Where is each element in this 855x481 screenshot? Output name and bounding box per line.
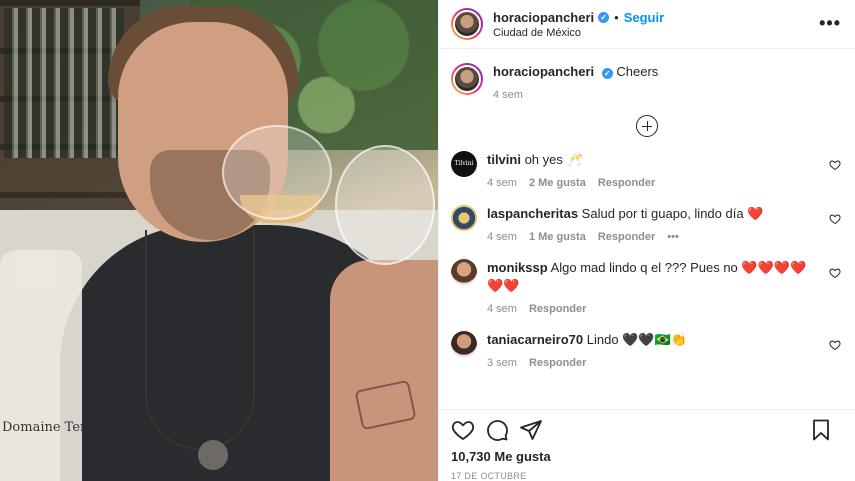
action-bar [439, 409, 855, 449]
bookmark-icon[interactable] [809, 418, 833, 442]
separator-dot: • [614, 9, 619, 25]
caption-username[interactable]: horaciopancheri [493, 64, 594, 79]
comment-text: Salud por ti guapo, lindo día ❤️ [581, 206, 764, 221]
reply-button[interactable]: Responder [529, 303, 586, 315]
heart-icon[interactable] [829, 213, 841, 225]
caption-time[interactable]: 4 sem [493, 89, 523, 101]
comment-item: Tilvini tilvini oh yes 🥂 4 sem 2 Me gust… [451, 151, 843, 189]
commenter-avatar[interactable]: Tilvini [451, 151, 477, 177]
commenter-username[interactable]: tilvini [487, 152, 521, 167]
verified-badge-icon: ✓ [601, 68, 613, 79]
caption-avatar[interactable] [451, 63, 483, 95]
wine-glass [222, 125, 332, 220]
author-username[interactable]: horaciopancheri [493, 10, 594, 25]
post-header: horaciopancheri ✓ • Seguir Ciudad de Méx… [439, 0, 855, 49]
caption-text: Cheers [616, 64, 659, 79]
reply-button[interactable]: Responder [529, 357, 586, 369]
add-circle-icon[interactable] [636, 115, 658, 137]
wine-bottle [0, 250, 82, 481]
comment-time[interactable]: 4 sem [487, 303, 517, 315]
wine-glass-base [335, 145, 435, 265]
comment-more-icon[interactable]: ••• [667, 231, 679, 243]
more-options-icon[interactable]: ••• [819, 14, 841, 32]
follow-button[interactable]: Seguir [624, 10, 664, 25]
commenter-username[interactable]: monikssp [487, 260, 548, 275]
post-date[interactable]: 17 DE OCTUBRE [439, 467, 855, 481]
post-photo[interactable]: Domaine Tem [0, 0, 438, 481]
like-count[interactable]: 10,730 Me gusta [439, 449, 855, 467]
raised-arm [330, 260, 438, 481]
post-sidebar: horaciopancheri ✓ • Seguir Ciudad de Méx… [438, 0, 855, 481]
comment-time[interactable]: 4 sem [487, 231, 517, 243]
comment-icon[interactable] [485, 418, 509, 442]
share-icon[interactable] [519, 418, 543, 442]
heart-icon[interactable] [829, 339, 841, 351]
header-text: horaciopancheri ✓ • Seguir Ciudad de Méx… [493, 10, 664, 39]
comment-time[interactable]: 3 sem [487, 357, 517, 369]
reply-button[interactable]: Responder [598, 177, 655, 189]
comment-item: monikssp Algo mad lindo q el ??? Pues no… [451, 259, 843, 315]
comment-text: Lindo 🖤🖤🇧🇷👏 [586, 332, 687, 347]
verified-badge-icon: ✓ [598, 11, 610, 23]
author-avatar[interactable] [451, 8, 483, 40]
comment-time[interactable]: 4 sem [487, 177, 517, 189]
bottle-label: Domaine Tem [2, 420, 82, 435]
comments-section: horaciopancheri ✓ Cheers 4 sem Tilvini t… [439, 49, 855, 409]
heart-icon[interactable] [829, 267, 841, 279]
comment-text: oh yes 🥂 [524, 152, 583, 167]
pendant [198, 440, 228, 470]
commenter-username[interactable]: taniacarneiro70 [487, 332, 583, 347]
comment-likes[interactable]: 1 Me gusta [529, 231, 586, 243]
comment-item: taniacarneiro70 Lindo 🖤🖤🇧🇷👏 3 sem Respon… [451, 331, 843, 369]
comment-likes[interactable]: 2 Me gusta [529, 177, 586, 189]
instagram-post: Domaine Tem horaciopancheri ✓ • Seguir C… [0, 0, 855, 481]
reply-button[interactable]: Responder [598, 231, 655, 243]
shelf-bottles [4, 8, 124, 158]
heart-icon[interactable] [829, 159, 841, 171]
heart-icon[interactable] [451, 418, 475, 442]
commenter-avatar[interactable] [451, 205, 477, 231]
post-caption: horaciopancheri ✓ Cheers 4 sem [451, 63, 843, 101]
post-location[interactable]: Ciudad de México [493, 27, 664, 39]
commenter-username[interactable]: laspancheritas [487, 206, 578, 221]
commenter-avatar[interactable] [451, 259, 477, 285]
commenter-avatar[interactable] [451, 331, 477, 357]
comment-item: laspancheritas Salud por ti guapo, lindo… [451, 205, 843, 243]
necklace [145, 230, 255, 450]
